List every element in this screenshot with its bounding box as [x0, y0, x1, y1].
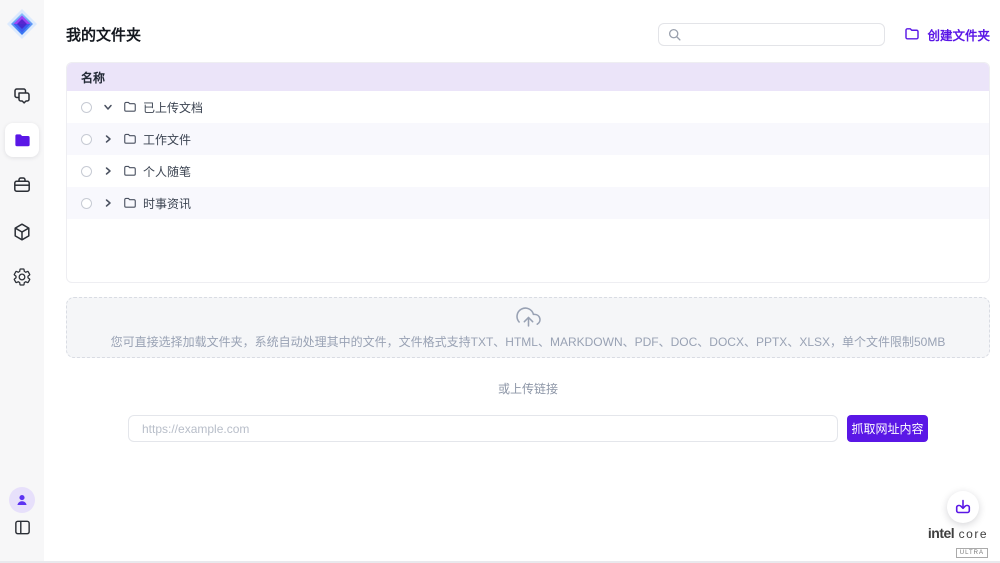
briefcase-icon[interactable] — [0, 175, 44, 195]
folder-icon — [123, 164, 137, 178]
create-folder-label: 创建文件夹 — [927, 25, 990, 44]
row-checkbox[interactable] — [81, 134, 92, 145]
search-box[interactable] — [658, 23, 885, 46]
chevron-right-icon[interactable] — [102, 133, 114, 145]
intel-core-logo: intel core ultra — [928, 526, 988, 558]
row-checkbox[interactable] — [81, 102, 92, 113]
fetch-url-button[interactable]: 抓取网址内容 — [847, 415, 928, 442]
row-checkbox[interactable] — [81, 198, 92, 209]
package-icon[interactable] — [0, 222, 44, 242]
download-button[interactable] — [947, 491, 979, 523]
folder-table: 名称 已上传文档 工作文件 — [66, 62, 990, 283]
download-icon — [953, 497, 973, 517]
folder-name: 时事资讯 — [143, 195, 191, 212]
chat-icon[interactable] — [0, 86, 44, 106]
folder-row[interactable]: 已上传文档 — [67, 91, 989, 123]
intel-product-text: core — [959, 527, 988, 541]
chevron-down-icon[interactable] — [102, 101, 114, 113]
row-checkbox[interactable] — [81, 166, 92, 177]
main-content: 我的文件夹 创建文件夹 名称 已上传文档 — [44, 0, 1000, 563]
intel-ultra-badge: ultra — [956, 548, 988, 558]
search-icon — [667, 27, 682, 42]
url-upload-row: 抓取网址内容 — [66, 415, 990, 442]
intel-brand-text: intel — [928, 525, 954, 541]
user-avatar[interactable] — [9, 487, 35, 513]
page-title: 我的文件夹 — [66, 24, 141, 45]
app-logo-icon — [4, 6, 40, 42]
upload-hint: 您可直接选择加载文件夹，系统自动处理其中的文件，文件格式支持TXT、HTML、M… — [111, 333, 946, 350]
panel-toggle-icon[interactable] — [0, 518, 44, 537]
create-folder-button[interactable]: 创建文件夹 — [904, 25, 990, 44]
folder-name: 已上传文档 — [143, 99, 203, 116]
folders-icon[interactable] — [5, 123, 39, 157]
or-upload-link-label: 或上传链接 — [66, 380, 990, 397]
folder-icon — [123, 196, 137, 210]
create-folder-icon — [904, 26, 920, 42]
folder-row[interactable]: 时事资讯 — [67, 187, 989, 219]
cloud-upload-icon — [516, 305, 541, 330]
search-input[interactable] — [688, 27, 876, 41]
page-header: 我的文件夹 创建文件夹 — [66, 22, 990, 46]
folder-icon — [123, 100, 137, 114]
folder-icon — [123, 132, 137, 146]
folder-row[interactable]: 个人随笔 — [67, 155, 989, 187]
folder-name: 工作文件 — [143, 131, 191, 148]
folder-name: 个人随笔 — [143, 163, 191, 180]
url-input[interactable] — [128, 415, 838, 442]
column-header-name: 名称 — [67, 63, 989, 91]
upload-dropzone[interactable]: 您可直接选择加载文件夹，系统自动处理其中的文件，文件格式支持TXT、HTML、M… — [66, 297, 990, 358]
folder-row[interactable]: 工作文件 — [67, 123, 989, 155]
settings-gear-icon[interactable] — [0, 267, 44, 287]
chevron-right-icon[interactable] — [102, 165, 114, 177]
chevron-right-icon[interactable] — [102, 197, 114, 209]
sidebar — [0, 0, 44, 563]
